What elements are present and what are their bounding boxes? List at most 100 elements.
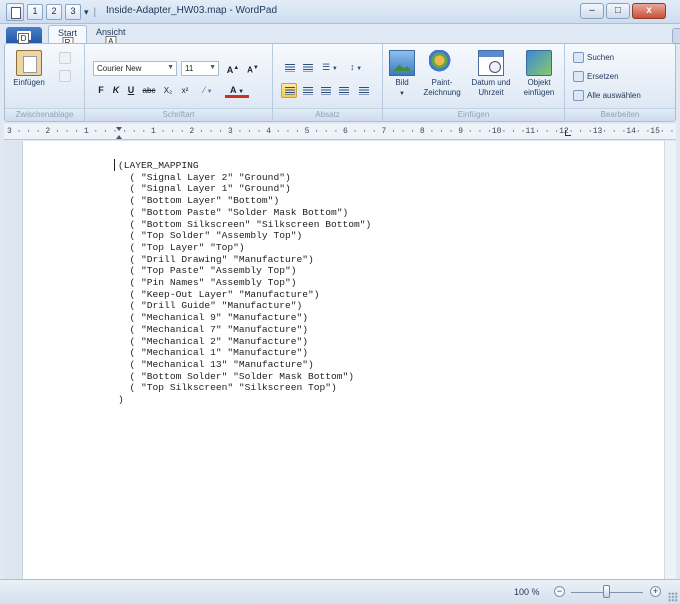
font-name-dropdown[interactable]: Courier New ▼ bbox=[93, 61, 177, 76]
zoom-out-button[interactable]: − bbox=[554, 586, 565, 597]
vertical-scrollbar[interactable] bbox=[664, 141, 676, 579]
document-line: ) bbox=[118, 394, 124, 406]
save-icon[interactable]: 1 bbox=[27, 4, 43, 20]
clipboard-group: Einfügen Zwischenablage bbox=[5, 44, 85, 122]
close-button[interactable]: x bbox=[632, 3, 666, 19]
paragraph-group-label: Absatz bbox=[273, 108, 382, 121]
align-center-icon bbox=[303, 87, 313, 95]
tab-stop-marker[interactable] bbox=[565, 130, 571, 136]
insert-group-label: Einfügen bbox=[383, 108, 564, 121]
document-line: ( "Mechanical 9" "Manufacture") bbox=[118, 312, 309, 324]
document-line: (LAYER_MAPPING bbox=[118, 160, 199, 171]
datetime-label-1: Datum und bbox=[471, 78, 511, 87]
decrease-indent-icon bbox=[285, 64, 295, 72]
object-label-2: einfügen bbox=[523, 88, 555, 97]
italic-button[interactable]: K bbox=[110, 83, 122, 98]
chevron-down-icon: ▼ bbox=[167, 64, 174, 71]
document-line: ( "Signal Layer 2" "Ground") bbox=[118, 171, 291, 183]
align-left-icon bbox=[285, 87, 295, 95]
document-text[interactable]: (LAYER_MAPPING ( "Signal Layer 2" "Groun… bbox=[118, 160, 371, 406]
tab-start[interactable]: Start R bbox=[48, 25, 88, 48]
title-bar: 1 2 3 ▾ | Inside-Adapter_HW03.map - Word… bbox=[0, 0, 680, 24]
superscript-button[interactable]: x² bbox=[178, 83, 192, 98]
undo-icon[interactable]: 2 bbox=[46, 4, 62, 20]
superscript-icon: x² bbox=[181, 86, 189, 95]
date-time-button[interactable]: Datum und Uhrzeit bbox=[467, 50, 515, 98]
highlight-button[interactable]: ⁄ ▼ bbox=[197, 83, 219, 98]
maximize-button[interactable]: □ bbox=[606, 3, 630, 19]
cut-icon[interactable] bbox=[59, 52, 71, 64]
document-line: ( "Top Layer" "Top") bbox=[118, 241, 245, 253]
minimize-button[interactable]: – bbox=[580, 3, 604, 19]
editing-group-label: Bearbeiten bbox=[565, 108, 675, 121]
align-right-button[interactable] bbox=[317, 83, 333, 98]
list-button[interactable]: ☰ ▼ bbox=[319, 60, 341, 75]
justify-icon bbox=[339, 87, 349, 95]
decrease-indent-button[interactable] bbox=[281, 60, 297, 75]
document-line: ( "Pin Names" "Assembly Top") bbox=[118, 277, 297, 289]
copy-icon[interactable] bbox=[59, 70, 71, 82]
maximize-icon: □ bbox=[614, 5, 622, 16]
justify-button[interactable] bbox=[335, 83, 351, 98]
font-size-dropdown[interactable]: 11 ▼ bbox=[181, 61, 219, 76]
ruler[interactable]: 3 · · · 2 · · · 1 · · · · · · 1 · · · 2 … bbox=[4, 124, 676, 140]
picture-button[interactable]: Bild ▼ bbox=[387, 50, 417, 99]
paragraph-settings-button[interactable] bbox=[355, 83, 371, 98]
document-page[interactable]: (LAYER_MAPPING ( "Signal Layer 2" "Groun… bbox=[22, 141, 664, 579]
indent-marker[interactable] bbox=[116, 127, 122, 139]
shrink-font-button[interactable]: A▼ bbox=[245, 61, 261, 76]
increase-indent-icon bbox=[303, 64, 313, 72]
resize-grip[interactable] bbox=[668, 592, 678, 602]
editing-group: Suchen Ersetzen Alle auswählen Bearbeite… bbox=[565, 44, 675, 122]
document-line: ( "Bottom Paste" "Solder Mask Bottom") bbox=[118, 206, 349, 218]
replace-button[interactable]: Ersetzen bbox=[573, 71, 619, 82]
italic-icon: K bbox=[112, 85, 120, 95]
find-button[interactable]: Suchen bbox=[573, 52, 614, 63]
zoom-in-button[interactable]: + bbox=[650, 586, 661, 597]
strikethrough-button[interactable]: abc bbox=[140, 83, 158, 98]
increase-indent-button[interactable] bbox=[299, 60, 315, 75]
insert-object-button[interactable]: Objekt einfügen bbox=[517, 50, 561, 98]
object-label-1: Objekt bbox=[527, 78, 551, 87]
redo-icon[interactable]: 3 bbox=[65, 4, 81, 20]
paint-label-2: Zeichnung bbox=[423, 88, 461, 97]
font-color-button[interactable]: A ▼ bbox=[225, 83, 249, 98]
tab-view[interactable]: Ansicht A bbox=[87, 25, 135, 47]
app-menu-button[interactable]: D bbox=[6, 27, 42, 44]
app-window-icon[interactable] bbox=[6, 3, 24, 21]
paragraph-settings-icon bbox=[359, 87, 369, 95]
align-center-button[interactable] bbox=[299, 83, 315, 98]
document-area: (LAYER_MAPPING ( "Signal Layer 2" "Groun… bbox=[4, 141, 664, 579]
window-title: Inside-Adapter_HW03.map - WordPad bbox=[106, 5, 278, 16]
subscript-button[interactable]: X₂ bbox=[161, 83, 175, 98]
document-line: ( "Bottom Silkscreen" "Silkscreen Bottom… bbox=[118, 218, 372, 230]
underline-button[interactable]: U bbox=[125, 83, 137, 98]
paint-drawing-button[interactable]: Paint- Zeichnung bbox=[419, 50, 465, 98]
document-line: ( "Top Paste" "Assembly Top") bbox=[118, 265, 297, 277]
title-separator: | bbox=[93, 6, 97, 18]
grow-font-button[interactable]: A▲ bbox=[225, 61, 241, 76]
document-line: ( "Top Solder" "Assembly Top") bbox=[118, 230, 303, 242]
zoom-level: 100 % bbox=[514, 587, 540, 597]
select-all-button[interactable]: Alle auswählen bbox=[573, 90, 641, 101]
paste-button[interactable]: Einfügen bbox=[9, 50, 49, 88]
paragraph-group: ☰ ▼ ↕ ▼ Absatz bbox=[273, 44, 383, 122]
picture-label: Bild bbox=[395, 78, 409, 87]
align-left-button[interactable] bbox=[281, 83, 297, 98]
document-line: ( "Drill Drawing" "Manufacture") bbox=[118, 253, 314, 265]
replace-icon bbox=[573, 71, 584, 82]
zoom-slider-thumb[interactable] bbox=[603, 585, 610, 598]
text-caret bbox=[114, 159, 115, 171]
find-label: Suchen bbox=[587, 53, 615, 62]
select-all-icon bbox=[573, 90, 584, 101]
document-line: ( "Top Silkscreen" "Silkscreen Top") bbox=[118, 382, 337, 394]
select-all-label: Alle auswählen bbox=[587, 91, 641, 100]
bold-button[interactable]: F bbox=[95, 83, 107, 98]
replace-label: Ersetzen bbox=[587, 72, 619, 81]
line-spacing-button[interactable]: ↕ ▼ bbox=[345, 60, 367, 75]
zoom-in-icon: + bbox=[652, 586, 659, 596]
status-bar: 100 % − + bbox=[0, 579, 680, 604]
underline-icon: U bbox=[127, 85, 135, 95]
qat-customize-dropdown[interactable]: ▾ bbox=[84, 7, 89, 18]
bold-icon: F bbox=[98, 85, 104, 95]
